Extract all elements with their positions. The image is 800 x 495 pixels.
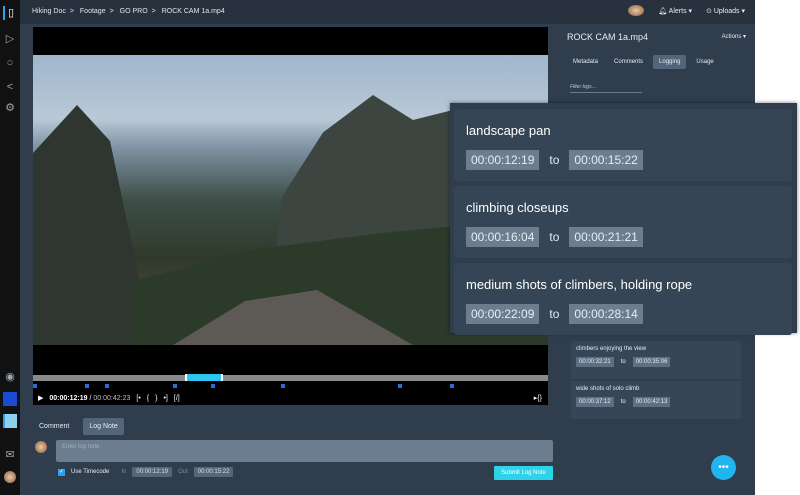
go-to-in-button[interactable]: [• — [136, 395, 140, 402]
to-label: to — [549, 153, 560, 167]
to-label: to — [549, 307, 560, 321]
alerts-label: Alerts ▾ — [668, 7, 693, 15]
bell-icon: 🔔︎ — [658, 7, 669, 15]
to-label: to — [620, 359, 626, 365]
log-marker[interactable] — [85, 384, 89, 388]
log-entry[interactable]: medium shots of climbers, holding rope 0… — [454, 263, 792, 335]
breadcrumb-sep: > — [151, 8, 156, 15]
to-label: to — [549, 230, 560, 244]
chat-bubble-icon[interactable]: ••• — [711, 455, 736, 480]
out-timecode-field[interactable]: 00:00:15:22 — [193, 467, 234, 477]
log-entry[interactable]: landscape pan 00:00:12:19 to 00:00:15:22 — [454, 109, 792, 181]
log-marker[interactable] — [33, 384, 37, 388]
tab-comments[interactable]: Comments — [608, 55, 649, 69]
log-entry[interactable]: wide shots of solo climb 00:00:37:12 to 00… — [571, 381, 741, 419]
tab-usage[interactable]: Usage — [690, 55, 719, 69]
log-description: climbers enjoying the view — [576, 346, 647, 352]
use-timecode-checkbox[interactable]: ✓ — [58, 468, 65, 476]
clear-marks-button[interactable]: [/] — [174, 395, 180, 402]
documents-icon[interactable]: ▯ — [3, 6, 17, 20]
breadcrumb-go-pro[interactable]: GO PRO — [120, 8, 148, 15]
mark-out-button[interactable]: } — [155, 395, 157, 402]
team-avatar[interactable] — [628, 5, 645, 16]
zoomed-log-overlay: landscape pan 00:00:12:19 to 00:00:15:22 c… — [450, 103, 797, 335]
breadcrumb-sep: > — [109, 8, 114, 15]
log-description: medium shots of climbers, holding rope — [466, 277, 693, 292]
log-out-time[interactable]: 00:00:35:06 — [632, 357, 671, 367]
user-avatar[interactable] — [4, 471, 16, 483]
breadcrumb: Hiking Doc > Footage > GO PRO > ROCK CAM 1a… — [32, 8, 229, 15]
in-out-selection[interactable] — [185, 374, 223, 381]
log-marker[interactable] — [211, 384, 215, 388]
compose-tabs: Comment Log Note — [33, 418, 124, 435]
share-icon[interactable]: < — [3, 80, 17, 94]
inbox-notifications-icon[interactable]: ✉ — [3, 448, 17, 462]
current-time: 00:00:12:19 / 00:00:42:23 — [49, 394, 131, 402]
log-out-time[interactable]: 00:00:42:13 — [632, 397, 671, 407]
panel-tabs: Metadata Comments Logging Usage — [567, 55, 720, 69]
tab-log-note[interactable]: Log Note — [83, 418, 124, 435]
log-marker[interactable] — [450, 384, 454, 388]
log-in-time[interactable]: 00:00:37:12 — [576, 397, 614, 407]
mark-in-button[interactable]: { — [147, 395, 149, 402]
active-app-thumbnail-icon[interactable] — [3, 414, 17, 428]
log-marker[interactable] — [173, 384, 177, 388]
filter-logs-input[interactable]: Filter logs... — [570, 84, 642, 93]
uploads-menu[interactable]: ⊙ Uploads ▾ — [706, 7, 745, 15]
log-out-time[interactable]: 00:00:21:21 — [569, 227, 643, 247]
to-label: to — [620, 399, 626, 405]
use-timecode-label: Use Timecode — [71, 469, 110, 475]
go-to-out-button[interactable]: •] — [163, 395, 167, 402]
player-controls: ▶ 00:00:12:19 / 00:00:42:23 [• { } •] [/… — [33, 391, 548, 405]
tab-comment[interactable]: Comment — [33, 418, 75, 435]
log-marker[interactable] — [398, 384, 402, 388]
breadcrumb-footage[interactable]: Footage — [80, 8, 106, 15]
timecode-options: ✓ Use Timecode In 00:00:12:19 Out 00:00:… — [58, 467, 234, 477]
log-description: wide shots of solo climb — [576, 386, 640, 392]
alerts-menu[interactable]: 🔔︎ Alerts ▾ — [658, 7, 692, 15]
tab-metadata[interactable]: Metadata — [567, 55, 604, 69]
settings-gear-icon[interactable]: ⚙ — [3, 101, 17, 115]
out-label: Out — [178, 469, 188, 475]
log-marker[interactable] — [281, 384, 285, 388]
log-in-time[interactable]: 00:00:12:19 — [466, 150, 540, 170]
log-marker[interactable] — [105, 384, 109, 388]
tab-logging[interactable]: Logging — [653, 55, 687, 69]
log-entry[interactable]: climbers enjoying the view 00:00:32:21 to… — [571, 341, 741, 379]
log-description: landscape pan — [466, 123, 551, 138]
actions-menu[interactable]: Actions ▾ — [722, 33, 746, 40]
breadcrumb-current-file: ROCK CAM 1a.mp4 — [161, 8, 225, 15]
play-in-out-button[interactable]: ▸{} — [534, 394, 542, 402]
uploads-label: Uploads ▾ — [713, 7, 745, 15]
comment-icon[interactable]: ○ — [3, 56, 17, 70]
in-timecode-field[interactable]: 00:00:12:19 — [132, 467, 173, 477]
breadcrumb-hiking-doc[interactable]: Hiking Doc — [32, 8, 66, 15]
timeline-scrubber[interactable] — [33, 374, 548, 381]
log-out-time[interactable]: 00:00:15:22 — [569, 150, 643, 170]
log-in-time[interactable]: 00:00:16:04 — [466, 227, 540, 247]
log-out-time[interactable]: 00:00:28:14 — [569, 304, 643, 324]
top-bar: Hiking Doc > Footage > GO PRO > ROCK CAM 1a… — [20, 0, 755, 24]
log-in-time[interactable]: 00:00:32:21 — [576, 357, 614, 367]
file-title: ROCK CAM 1a.mp4 — [567, 32, 649, 42]
log-entry[interactable]: climbing closeups 00:00:16:04 to 00:00:21:… — [454, 186, 792, 258]
upload-circle-icon: ⊙ — [706, 7, 714, 15]
play-circle-icon[interactable]: ▷ — [3, 32, 17, 46]
submit-log-note-button[interactable]: Submit Log Note — [494, 466, 553, 480]
app-thumbnail-icon[interactable] — [3, 392, 17, 406]
play-icon[interactable]: ▶ — [38, 394, 43, 402]
log-in-time[interactable]: 00:00:22:09 — [466, 304, 540, 324]
log-description: climbing closeups — [466, 200, 569, 215]
sidebar: ▯ ▷ ○ < ⚙ ◉ ✉ — [0, 0, 20, 495]
in-label: In — [121, 469, 127, 475]
record-icon[interactable]: ◉ — [3, 370, 17, 384]
commenter-avatar — [35, 441, 47, 453]
log-note-input[interactable]: Enter log note — [56, 440, 553, 462]
breadcrumb-sep: > — [69, 8, 74, 15]
